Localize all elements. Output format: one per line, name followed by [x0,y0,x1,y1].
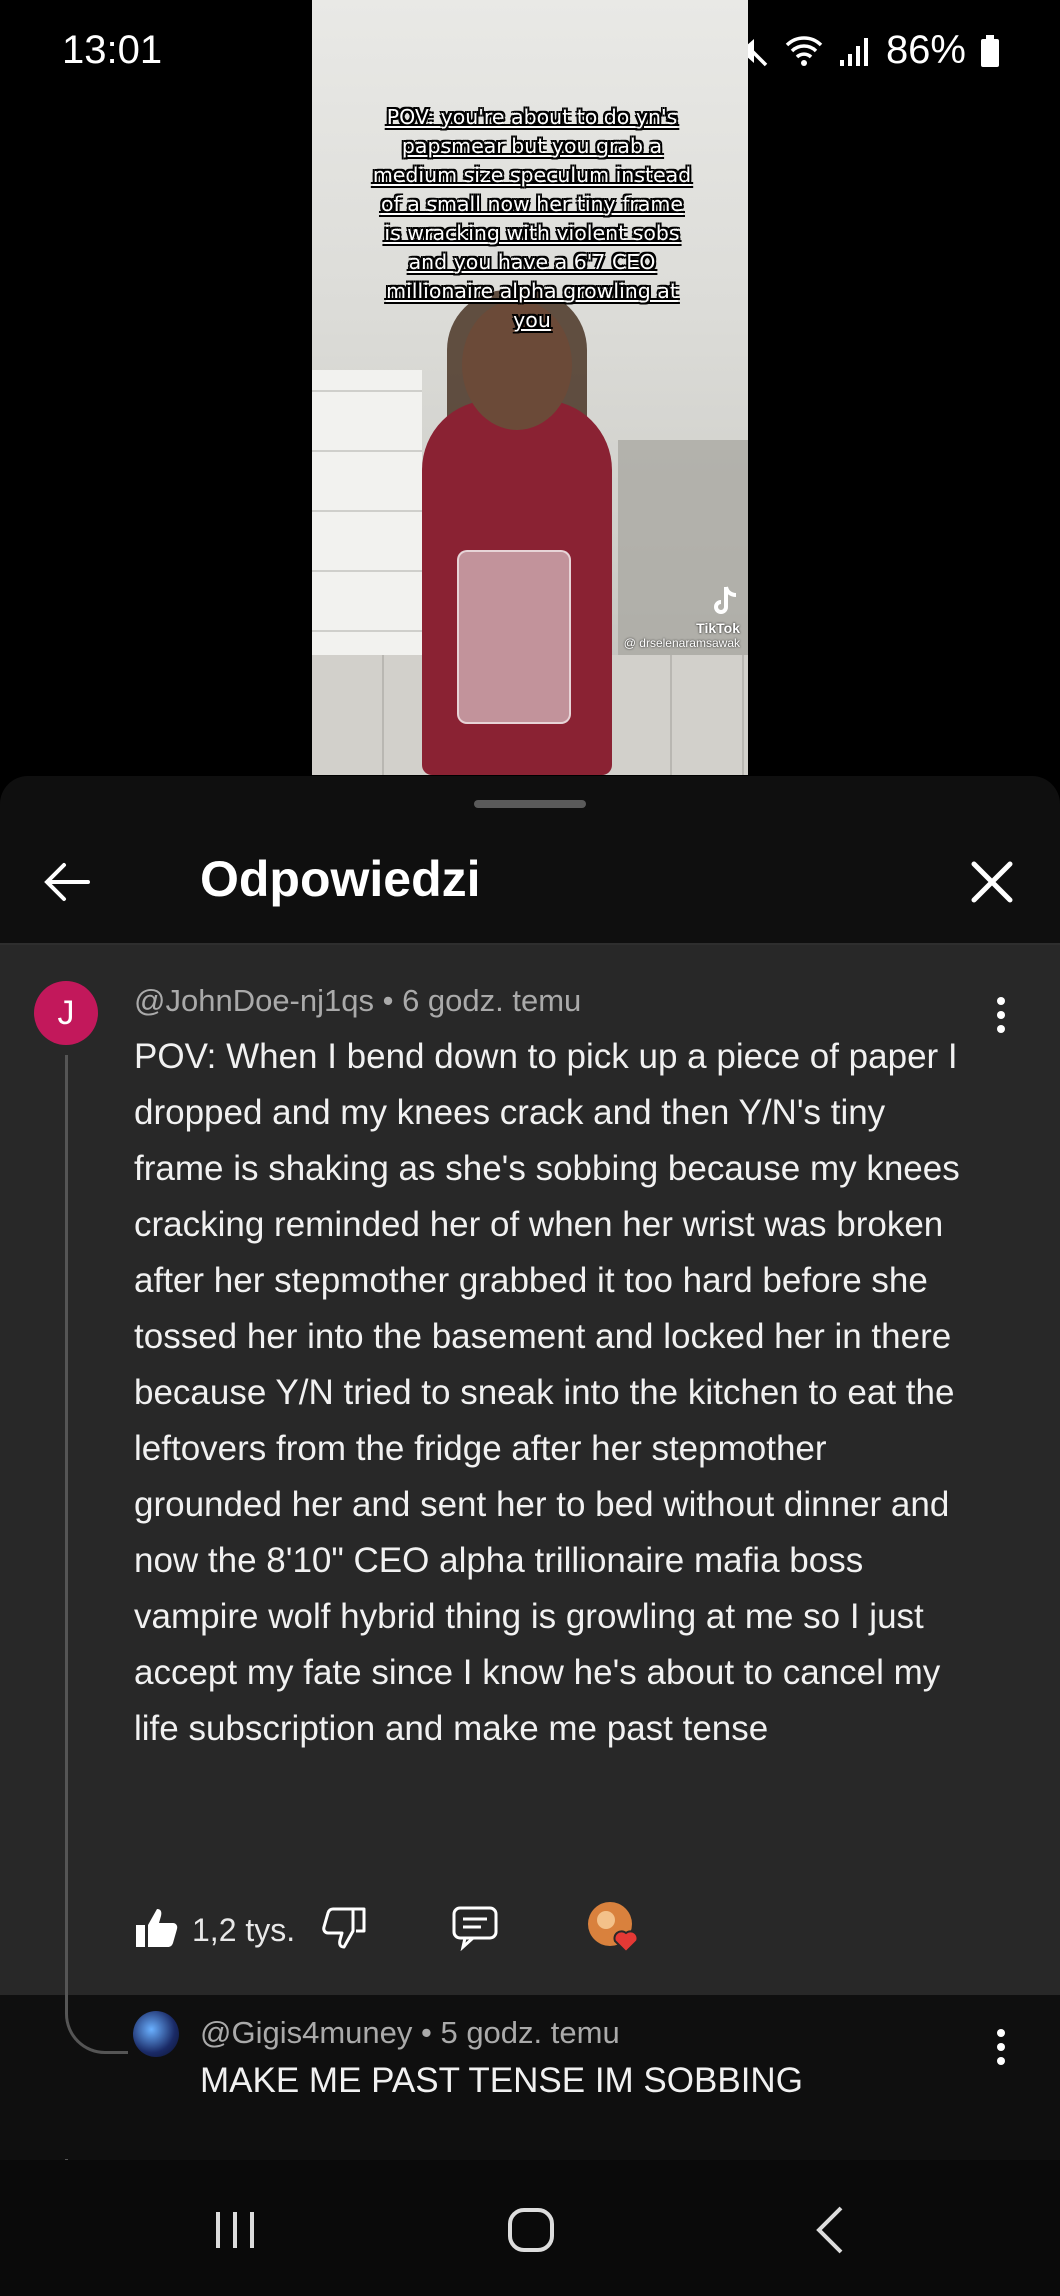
reply-text: MAKE ME PAST TENSE IM SOBBING [200,2061,803,2100]
tiktok-watermark: TikTok @ drselenaramsawak [624,585,740,650]
recent-apps-icon[interactable] [200,2200,270,2260]
back-nav-icon[interactable] [795,2200,865,2260]
video-player[interactable]: POV: you're about to do yn's papsmear bu… [312,0,748,775]
sheet-title: Odpowiedzi [200,851,481,907]
replies-sheet: Odpowiedzi J @JohnDoe-nj1qs • 6 godz. te… [0,776,1060,2285]
tiktok-icon [624,585,740,620]
video-bag [457,550,571,724]
drag-handle[interactable] [474,800,586,808]
video-caption: POV: you're about to do yn's papsmear bu… [372,105,692,332]
more-options-icon[interactable] [994,2027,1008,2067]
reply-icon[interactable] [451,1905,499,1956]
home-icon[interactable] [496,2200,566,2260]
reply-comment: @Gigis4muney • 5 godz. temu MAKE ME PAST… [0,1995,1060,2159]
reply-thread-connector [65,1995,128,2054]
battery-icon [980,34,1000,68]
avatar[interactable]: J [34,981,98,1045]
watermark-brand: TikTok [696,620,740,636]
back-arrow-icon[interactable] [38,852,98,912]
wifi-icon [784,33,824,69]
status-time: 13:01 [62,28,163,72]
like-icon[interactable] [134,1905,180,1956]
main-comment: J @JohnDoe-nj1qs • 6 godz. temu POV: Whe… [0,945,1060,2285]
like-count: 1,2 tys. [192,1911,296,1948]
close-icon[interactable] [964,854,1020,910]
system-navbar [0,2160,1060,2296]
sheet-header: Odpowiedzi [0,832,1060,942]
comment-actions: 1,2 tys. [134,1900,639,1960]
reply-meta[interactable]: @Gigis4muney • 5 godz. temu [200,2015,620,2051]
video-background-wall [312,370,422,690]
avatar[interactable] [133,2011,179,2057]
creator-heart-icon [586,1900,646,1960]
watermark-user: @ drselenaramsawak [623,636,740,650]
comment-text: POV: When I bend down to pick up a piece… [134,1037,960,1748]
battery-text: 86% [885,28,966,72]
signal-icon [838,34,872,68]
comment-meta[interactable]: @JohnDoe-nj1qs • 6 godz. temu [134,983,581,1019]
dislike-icon[interactable] [321,1905,367,1956]
more-options-icon[interactable] [994,995,1008,1035]
